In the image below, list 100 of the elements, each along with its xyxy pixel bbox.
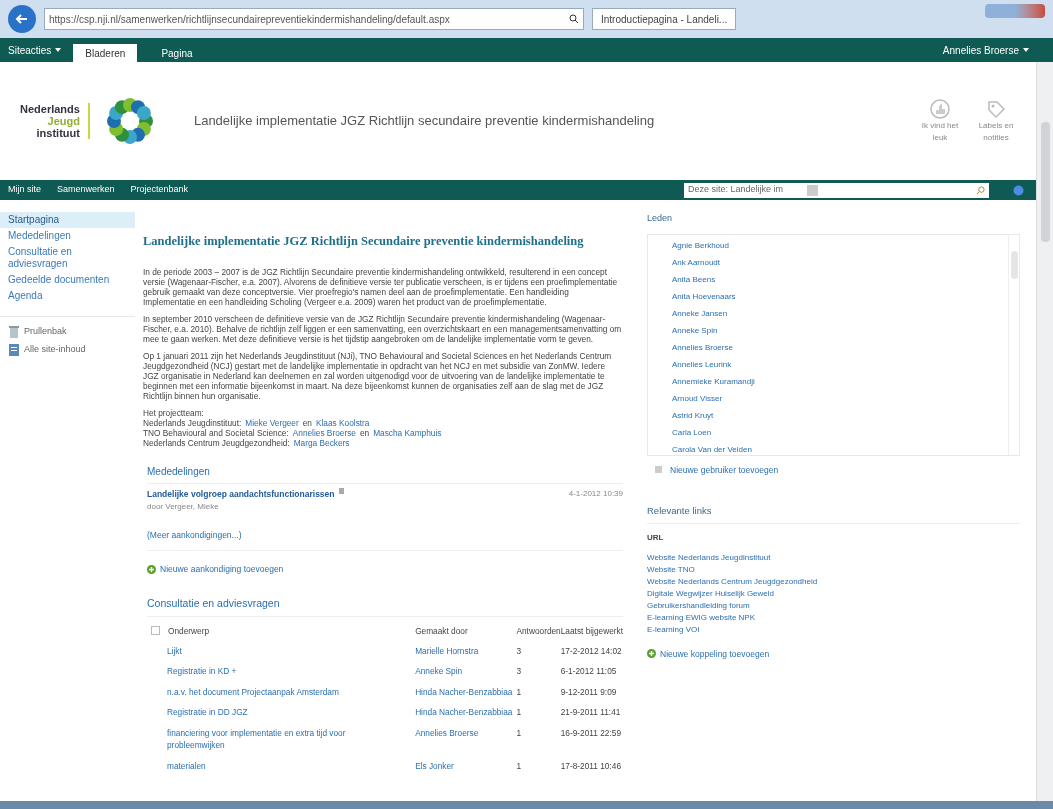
discussion-link[interactable]: materialen	[167, 759, 400, 772]
member-link[interactable]: Annelies Leurink	[672, 357, 1008, 371]
page-scrollbar[interactable]	[1036, 62, 1053, 801]
add-icon	[655, 466, 662, 474]
ribbon-action-button[interactable]: Ik vind het leuk	[920, 98, 960, 144]
quick-launch-item[interactable]: Consultatie en adviesvragen	[0, 244, 135, 272]
member-link[interactable]: Carola Van der Velden	[672, 442, 1008, 456]
discussion-link[interactable]: financiering voor implementatie en extra tijd voor probleemwijken	[167, 726, 400, 752]
site-title: Landelijke implementatie JGZ Richtlijn secundaire preventie kindermishandeling	[193, 112, 656, 131]
help-icon[interactable]	[1013, 184, 1024, 196]
logo-text: instituut	[36, 127, 80, 139]
announcement-date: 4-1-2012 10:39	[568, 487, 623, 500]
author-link[interactable]: Marielle Hornstra	[415, 645, 479, 656]
author-link[interactable]: Anneke Spin	[415, 666, 463, 677]
table-cell: 1	[516, 760, 522, 771]
search-icon	[976, 185, 985, 195]
add-icon	[147, 564, 156, 574]
search-scope-dropdown[interactable]: Deze site: Landelijke im	[684, 182, 819, 198]
person-link[interactable]: Mieke Vergeer	[245, 417, 299, 428]
author-link[interactable]: Els Jonker	[415, 760, 454, 771]
column-header[interactable]: Onderwerp	[168, 624, 210, 637]
table-cell: 6-1-2012 11:05	[560, 666, 617, 677]
quick-launch-item[interactable]: Gedeelde documenten	[0, 272, 135, 288]
address-field[interactable]: https://csp.nji.nl/samenwerken/richtlijnsecundairepreventiekindermishandeling/default.aspx	[44, 8, 584, 30]
author-link[interactable]: Hinda Nacher-Benzabbiaa	[415, 707, 513, 718]
discussion-link[interactable]: Registratie in DD JGZ	[167, 706, 400, 719]
ribbon-tab[interactable]: Bladeren	[73, 44, 138, 62]
quick-launch-item[interactable]: Mededelingen	[0, 228, 135, 244]
relevant-link[interactable]: E-learning EWIG website NPK	[647, 611, 1020, 624]
member-link[interactable]: Anneke Spin	[672, 323, 1008, 337]
announcement-author: door Vergeer, Mieke	[147, 500, 220, 513]
column-header[interactable]: Antwoorden	[516, 624, 561, 645]
person-link[interactable]: Klaas Koolstra	[316, 417, 370, 428]
discussion-link[interactable]: Lijkt	[167, 644, 400, 658]
window-controls[interactable]	[985, 4, 1045, 18]
nav-link[interactable]: Samenwerken	[57, 183, 115, 197]
member-link[interactable]: Annemieke Kuramandji	[672, 374, 1008, 388]
nav-link[interactable]: Projectenbank	[130, 183, 189, 197]
scrollbar[interactable]	[1008, 234, 1019, 455]
body-paragraph: In de periode 2003 – 2007 is de JGZ Richtlijn Secundaire preventie kindermishandeling ontwikkeld, resulterend in een concept versie (Wagenaar-Fischer, e.a. 2007). Alvorens de definitieve versie ter publicatie verscheen, is er tijdens een proefimplementatie gebruik gemaakt van deze conceptversie. Vier proefregio's namen deel aan de proefimplementatie. Een handleiding Implementatie en een handleiding Scholing (Vergeer e.a. 2009) waren het product van de proefimplementatie.	[143, 266, 619, 307]
body-paragraph: In september 2010 verscheen de definitieve versie van de JGZ Richtlijn Secundaire preventie kindermishandeling (Wagenaar-Fischer, e.a. 2010). Behalve de richtlijn zelf liggen er een samenvatting, een overzichtskaart en een managementsamenvatting om mee te gaan werken. Met deze definitieve versie is het tijdstip aangebroken om de landelijke implementatie vorm te geven.	[143, 313, 623, 344]
member-link[interactable]: Carla Loen	[672, 425, 1008, 439]
member-link[interactable]: Ank Aarnoudt	[672, 255, 1008, 269]
team-organisation: Nederlands Jeugdinstituut:	[143, 417, 242, 428]
quick-launch-item[interactable]: Startpagina	[0, 212, 135, 228]
page-heading: Landelijke implementatie JGZ Richtlijn Secundaire preventie kindermishandeling	[143, 233, 585, 250]
user-menu[interactable]: Annelies Broerse	[942, 42, 1029, 58]
nav-link[interactable]: Mijn site	[8, 183, 41, 197]
person-link[interactable]: Marga Beckers	[293, 437, 350, 448]
trash-icon	[8, 325, 20, 339]
relevant-link[interactable]: Digitale Wegwijzer Huiselijk Geweld	[647, 587, 1020, 600]
column-header[interactable]: Laatst bijgewerkt	[560, 624, 623, 645]
logo-ring-icon	[105, 97, 154, 145]
search-icon	[569, 14, 579, 24]
table-cell: 1	[516, 686, 522, 697]
author-link[interactable]: Hinda Nacher-Benzabbiaa	[415, 686, 513, 697]
ribbon-tab[interactable]: Pagina	[149, 44, 205, 62]
member-link[interactable]: Agnie Berkhoud	[672, 238, 1008, 252]
person-link[interactable]: Annelies Broerse	[292, 427, 356, 438]
relevant-link[interactable]: Website Nederlands Jeugdinstituut	[647, 551, 1020, 564]
quick-launch-item[interactable]: Agenda	[0, 288, 135, 304]
section-heading: Consultatie en adviesvragen	[147, 595, 623, 617]
browser-tab[interactable]: Introductiepagina - Landeli...	[592, 8, 737, 30]
section-heading: Leden	[647, 212, 674, 225]
person-link[interactable]: Mascha Kamphuis	[373, 427, 442, 438]
member-link[interactable]: Anneke Jansen	[672, 306, 1008, 320]
relevant-link[interactable]: Website TNO	[647, 563, 1020, 576]
relevant-link[interactable]: Website Nederlands Centrum Jeugdgezondheid	[647, 575, 1020, 588]
member-link[interactable]: Anita Beens	[672, 272, 1008, 286]
announcement-link[interactable]: Landelijke volgroep aandachtsfunctionarissen	[147, 487, 335, 501]
discussion-link[interactable]: n.a.v. het document Projectaanpak Amsterdam	[167, 685, 400, 699]
logo-text: Nederlands	[20, 103, 80, 115]
column-header[interactable]: Gemaakt door	[415, 624, 517, 645]
member-link[interactable]: Anita Hoevenaars	[672, 289, 1008, 303]
relevant-link[interactable]: Gebruikershandleiding forum	[647, 599, 1020, 612]
site-link[interactable]: Prullenbak	[8, 325, 127, 339]
discussion-link[interactable]: Registratie in KD +	[167, 665, 400, 678]
site-link[interactable]: Alle site-inhoud	[8, 343, 127, 357]
table-cell: 1	[516, 727, 522, 738]
relevant-link[interactable]: E-learning VOI	[647, 623, 1020, 636]
select-all-checkbox[interactable]	[151, 626, 160, 636]
section-heading: Relevante links	[647, 504, 1020, 524]
site-actions-menu[interactable]: Siteacties	[8, 42, 62, 58]
logo-text: Jeugd	[47, 115, 80, 127]
more-link[interactable]: (Meer aankondigingen...)	[147, 529, 242, 540]
team-organisation: Nederlands Centrum Jeugdgezondheid:	[143, 437, 290, 448]
search-field[interactable]	[819, 182, 989, 198]
back-button[interactable]	[8, 5, 36, 33]
member-link[interactable]: Annelies Broerse	[672, 340, 1008, 354]
add-announcement-link[interactable]: Nieuwe aankondiging toevoegen	[147, 563, 623, 576]
column-header: URL	[647, 531, 665, 544]
table-cell: 21-9-2011 11:41	[560, 707, 621, 718]
add-link-link[interactable]: Nieuwe koppeling toevoegen	[647, 647, 1020, 661]
member-link[interactable]: Arnoud Visser	[672, 391, 1008, 405]
member-link[interactable]: Astrid Kruyt	[672, 408, 1008, 422]
ribbon-action-button[interactable]: Labels en notities	[976, 98, 1016, 144]
add-member-link[interactable]: Nieuwe gebruiker toevoegen	[655, 463, 1020, 477]
team-organisation: TNO Behavioural and Societal Science:	[143, 427, 289, 438]
author-link[interactable]: Annelies Broerse	[415, 727, 479, 738]
document-icon	[8, 343, 20, 357]
